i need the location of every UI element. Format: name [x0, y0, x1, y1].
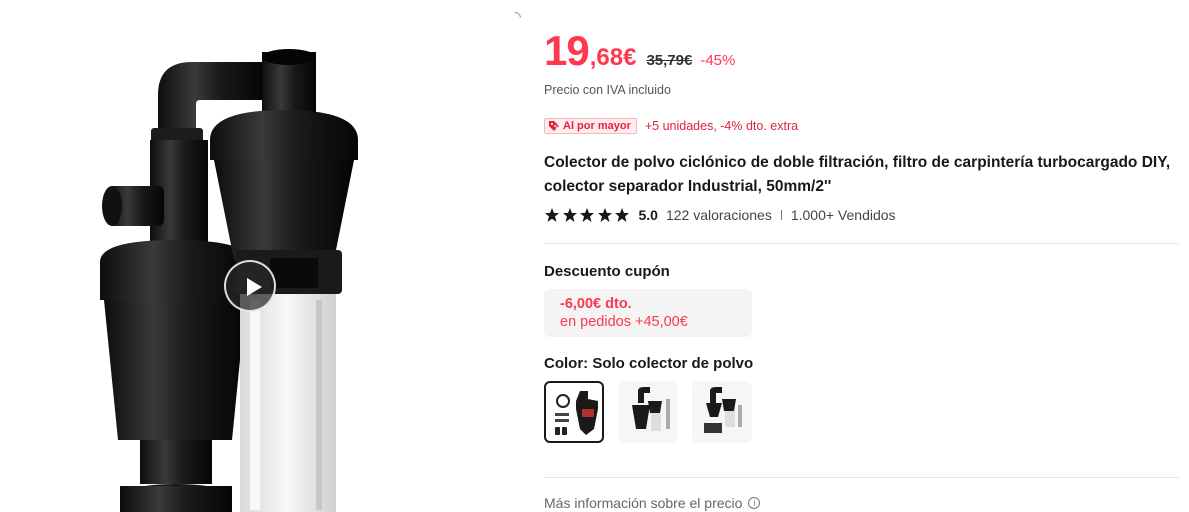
more-price-info-link[interactable]: Más información sobre el precio i — [544, 495, 761, 511]
star-icon — [545, 208, 559, 222]
rating-row: 5.0 122 valoraciones 1.000+ Vendidos — [544, 207, 896, 223]
star-icon — [580, 208, 594, 222]
star-icon — [597, 208, 612, 222]
play-video-button[interactable] — [224, 260, 276, 312]
bulk-tag: % Al por mayor — [544, 118, 637, 134]
price-decimal: ,68€ — [589, 44, 637, 71]
more-info-label: Más información sobre el precio — [544, 495, 743, 511]
variant-image — [704, 387, 742, 433]
bulk-text: +5 unidades, -4% dto. extra — [644, 119, 799, 133]
star-icon — [562, 208, 577, 222]
sold-count: 1.000+ Vendidos — [790, 207, 896, 223]
bulk-discount: % Al por mayor +5 unidades, -4% dto. ext… — [544, 118, 798, 134]
color-option-2[interactable] — [618, 381, 678, 443]
variant-image — [555, 391, 598, 435]
product-title: Colector de polvo ciclónico de doble fil… — [544, 154, 1171, 195]
separator — [780, 210, 782, 220]
rating-score: 5.0 — [638, 207, 658, 223]
divider — [544, 243, 1179, 244]
bulk-tag-label: Al por mayor — [563, 120, 631, 132]
reviews-link[interactable]: 122 valoraciones — [666, 207, 772, 223]
star-icon — [615, 208, 629, 222]
svg-text:%: % — [554, 125, 559, 131]
divider — [544, 477, 1179, 478]
discount-percent: -45% — [700, 52, 736, 69]
coupon-title: Descuento cupón — [544, 263, 670, 280]
product-main-image[interactable] — [0, 0, 520, 512]
price-row: 19 ,68€ 35,79€ -45% — [544, 30, 735, 72]
color-label: Color: Solo colector de polvo — [544, 355, 754, 372]
tag-icon: % — [549, 121, 559, 131]
coupon-card[interactable]: -6,00€ dto. en pedidos +45,00€ — [544, 289, 752, 337]
color-option-only-collector[interactable] — [544, 381, 604, 443]
color-options — [544, 381, 766, 443]
coupon-condition: en pedidos +45,00€ — [560, 314, 688, 330]
price-integer: 19 — [544, 27, 590, 74]
star-rating — [544, 207, 632, 223]
info-icon: i — [748, 497, 761, 509]
color-option-3[interactable] — [692, 381, 752, 443]
original-price: 35,79€ — [646, 52, 693, 69]
coupon-amount: -6,00€ dto. — [560, 296, 632, 312]
product-gallery — [0, 0, 524, 512]
variant-image — [632, 387, 670, 431]
vat-note: Precio con IVA incluido — [544, 83, 671, 97]
